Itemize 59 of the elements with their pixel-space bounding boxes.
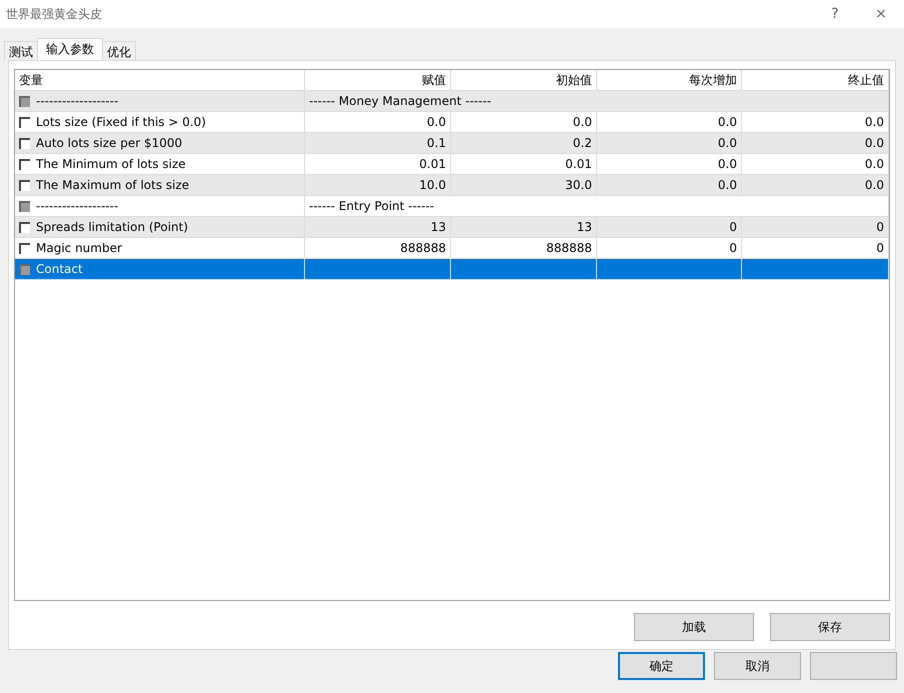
column-header: 终止值 <box>848 72 884 88</box>
table-cell: 30.0 <box>565 178 592 192</box>
close-button[interactable]: × <box>858 0 904 28</box>
checkbox[interactable] <box>19 138 30 148</box>
parameter-name: Auto lots size per $1000 <box>36 136 182 150</box>
table-cell: 0.0 <box>864 157 884 171</box>
table-cell: 0 <box>729 220 737 234</box>
parameter-name: Spreads limitation (Point) <box>36 220 188 234</box>
column-header: 变量 <box>19 72 43 88</box>
table-cell: 10.0 <box>419 178 446 192</box>
tab[interactable]: 测试 <box>4 41 38 60</box>
table-cell: 0.0 <box>718 136 737 150</box>
checkbox[interactable] <box>19 180 30 190</box>
table-cell: 0.2 <box>572 136 592 150</box>
table-cell: 13 <box>430 220 446 234</box>
parameter-name: The Maximum of lots size <box>36 178 190 192</box>
dialog-button[interactable]: 加载 <box>634 613 754 641</box>
table-cell: 0.0 <box>864 178 884 192</box>
table-cell: 0 <box>876 241 884 255</box>
table-cell: 0.0 <box>864 136 884 150</box>
table-cell: 0.1 <box>426 136 446 150</box>
column-header: 初始值 <box>556 72 592 88</box>
table-row[interactable]: Magic number 888888 888888 0 0 <box>15 238 889 259</box>
table-cell: 0 <box>876 220 884 234</box>
tab[interactable]: 输入参数 <box>37 38 103 60</box>
table-cell: 0.01 <box>565 157 592 171</box>
parameter-name: Lots size (Fixed if this > 0.0) <box>36 115 206 129</box>
section-title: ------ Money Management ------ <box>309 94 492 108</box>
table-cell: 888888 <box>546 241 592 255</box>
window-title: 世界最强黄金头皮 <box>6 6 103 22</box>
table-cell: 0.0 <box>718 115 737 129</box>
table-row[interactable]: Auto lots size per $1000 0.1 0.2 0.0 0.0 <box>15 133 889 154</box>
column-header: 每次增加 <box>689 72 737 88</box>
table-cell: 0 <box>729 241 737 255</box>
table-cell: 0.0 <box>572 115 592 129</box>
section-title: ------ Entry Point ------ <box>309 199 434 213</box>
table-cell: 0.0 <box>718 157 737 171</box>
table-row[interactable]: The Minimum of lots size 0.01 0.01 0.0 0.0 <box>15 154 889 175</box>
dialog-button[interactable]: 取消 <box>714 652 801 680</box>
tab[interactable]: 优化 <box>102 41 136 60</box>
column-header: 赋值 <box>422 72 446 88</box>
parameter-name: The Minimum of lots size <box>36 157 186 171</box>
parameter-name: Contact <box>36 262 83 276</box>
dialog-button[interactable]: 保存 <box>770 613 890 641</box>
table-cell: 13 <box>576 220 592 234</box>
parameter-name: Magic number <box>36 241 122 255</box>
help-button[interactable]: ? <box>812 0 858 28</box>
parameter-name: ------------------- <box>36 199 118 213</box>
table-cell: 0.01 <box>419 157 446 171</box>
table-cell: 0.0 <box>426 115 446 129</box>
table-row[interactable]: Spreads limitation (Point) 13 13 0 0 <box>15 217 889 238</box>
parameter-name: ------------------- <box>36 94 118 108</box>
table-cell: 0.0 <box>864 115 884 129</box>
table-cell: 0.0 <box>718 178 737 192</box>
table-row[interactable]: Lots size (Fixed if this > 0.0) 0.0 0.0 0.0 0.0 <box>15 112 889 133</box>
checkbox[interactable] <box>19 222 30 232</box>
dialog-button[interactable]: 确定 <box>618 652 705 680</box>
table-cell: 888888 <box>400 241 446 255</box>
table-row[interactable]: The Maximum of lots size 10.0 30.0 0.0 0.0 <box>15 175 889 196</box>
